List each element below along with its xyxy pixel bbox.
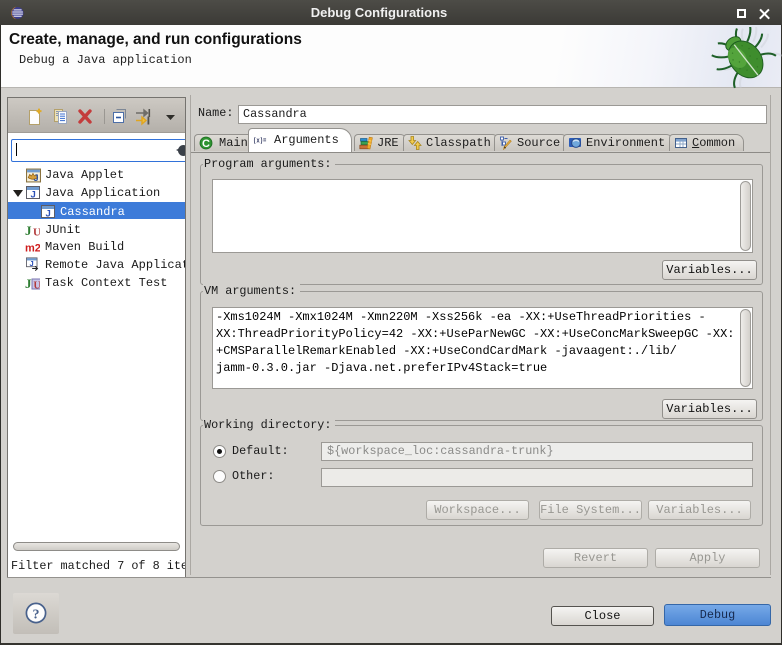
svg-text:J: J (46, 209, 51, 219)
svg-text:C: C (202, 138, 210, 150)
svg-text:U: U (34, 281, 41, 292)
svg-text:?: ? (33, 607, 40, 622)
svg-text:J: J (30, 259, 34, 268)
svg-text:U: U (33, 227, 40, 239)
svg-text:J: J (31, 190, 36, 200)
svg-text:J: J (34, 173, 39, 183)
svg-text:J: J (25, 276, 32, 291)
svg-text:m2: m2 (25, 243, 40, 255)
svg-text:(x)=: (x)= (253, 137, 266, 145)
svg-text:J: J (25, 223, 32, 238)
